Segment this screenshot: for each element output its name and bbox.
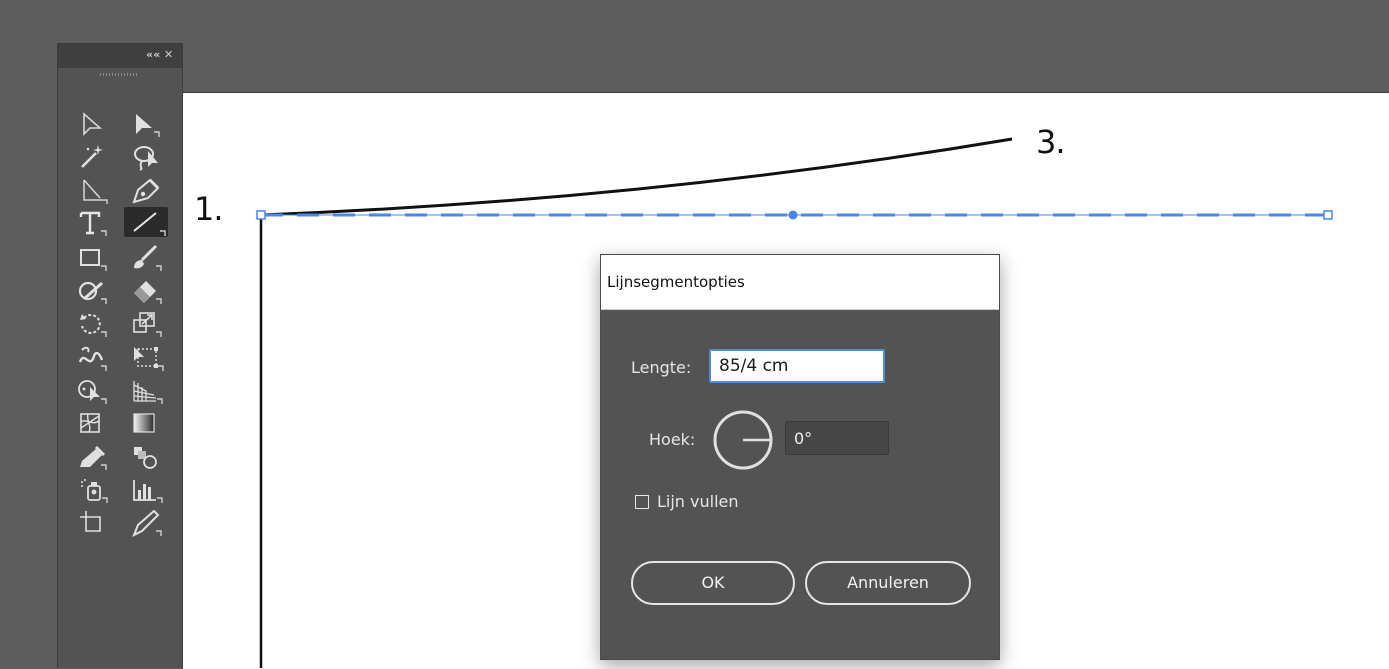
- line-segment-options-dialog: Lijnsegmentopties Lengte: Hoek: Lijn vul…: [600, 254, 1000, 660]
- tools-panel: «« ✕: [57, 43, 183, 668]
- annotation-point-3: 3.: [1036, 123, 1066, 161]
- warp-tool-icon[interactable]: [74, 342, 110, 372]
- direct-selection-tool-icon[interactable]: [128, 108, 164, 138]
- gradient-tool-icon[interactable]: [128, 408, 164, 438]
- blend-tool-icon[interactable]: [128, 441, 164, 471]
- perspective-grid-tool-icon[interactable]: [128, 375, 164, 405]
- slice-tool-icon[interactable]: [128, 507, 164, 537]
- mesh-tool-icon[interactable]: [74, 408, 110, 438]
- lasso-tool-icon[interactable]: [128, 141, 164, 171]
- annotation-point-1: 1.: [194, 190, 224, 228]
- shaper-tool-icon[interactable]: [74, 275, 110, 305]
- cancel-button[interactable]: Annuleren: [805, 561, 971, 605]
- length-label: Lengte:: [631, 358, 692, 377]
- anchor-direct-tool-icon[interactable]: [74, 174, 110, 204]
- free-transform-tool-icon[interactable]: [128, 342, 164, 372]
- collapse-panel-icon[interactable]: ««: [146, 48, 160, 62]
- close-panel-icon[interactable]: ✕: [164, 48, 173, 62]
- symbol-sprayer-tool-icon[interactable]: [74, 474, 110, 504]
- workspace: 1. 3. «« ✕ Lijnsegmentopties Lengte: 85/…: [0, 0, 1389, 669]
- fill-line-checkbox[interactable]: [635, 495, 649, 509]
- eraser-tool-icon[interactable]: [128, 275, 164, 305]
- scale-tool-icon[interactable]: [128, 308, 164, 338]
- center-point[interactable]: [788, 210, 798, 220]
- dialog-title: Lijnsegmentopties: [607, 273, 745, 291]
- type-tool-icon[interactable]: [74, 207, 110, 237]
- eyedropper-tool-icon[interactable]: [74, 441, 110, 471]
- panel-title-bar[interactable]: «« ✕: [58, 44, 182, 68]
- magic-wand-tool-icon[interactable]: [74, 141, 110, 171]
- pen-tool-icon[interactable]: [128, 174, 164, 204]
- length-input[interactable]: [709, 349, 885, 383]
- ok-button[interactable]: OK: [631, 561, 795, 605]
- column-graph-tool-icon[interactable]: [128, 474, 164, 504]
- artboard-tool-icon[interactable]: [74, 507, 110, 537]
- fill-line-label[interactable]: Lijn vullen: [657, 492, 739, 511]
- dialog-title-bar[interactable]: Lijnsegmentopties: [601, 255, 999, 310]
- curved-path[interactable]: [260, 137, 1013, 217]
- angle-dial-icon[interactable]: [711, 408, 775, 472]
- shape-builder-tool-icon[interactable]: [74, 375, 110, 405]
- selection-tool-icon[interactable]: [74, 108, 110, 138]
- line-segment-tool-icon[interactable]: [124, 207, 168, 237]
- angle-input[interactable]: [785, 421, 889, 455]
- paintbrush-tool-icon[interactable]: [128, 242, 164, 272]
- anchor-point-end[interactable]: [1323, 210, 1333, 220]
- rectangle-tool-icon[interactable]: [74, 242, 110, 272]
- panel-grip[interactable]: [100, 73, 138, 76]
- rotate-tool-icon[interactable]: [74, 308, 110, 338]
- angle-label: Hoek:: [649, 430, 696, 449]
- anchor-point-start[interactable]: [256, 210, 266, 220]
